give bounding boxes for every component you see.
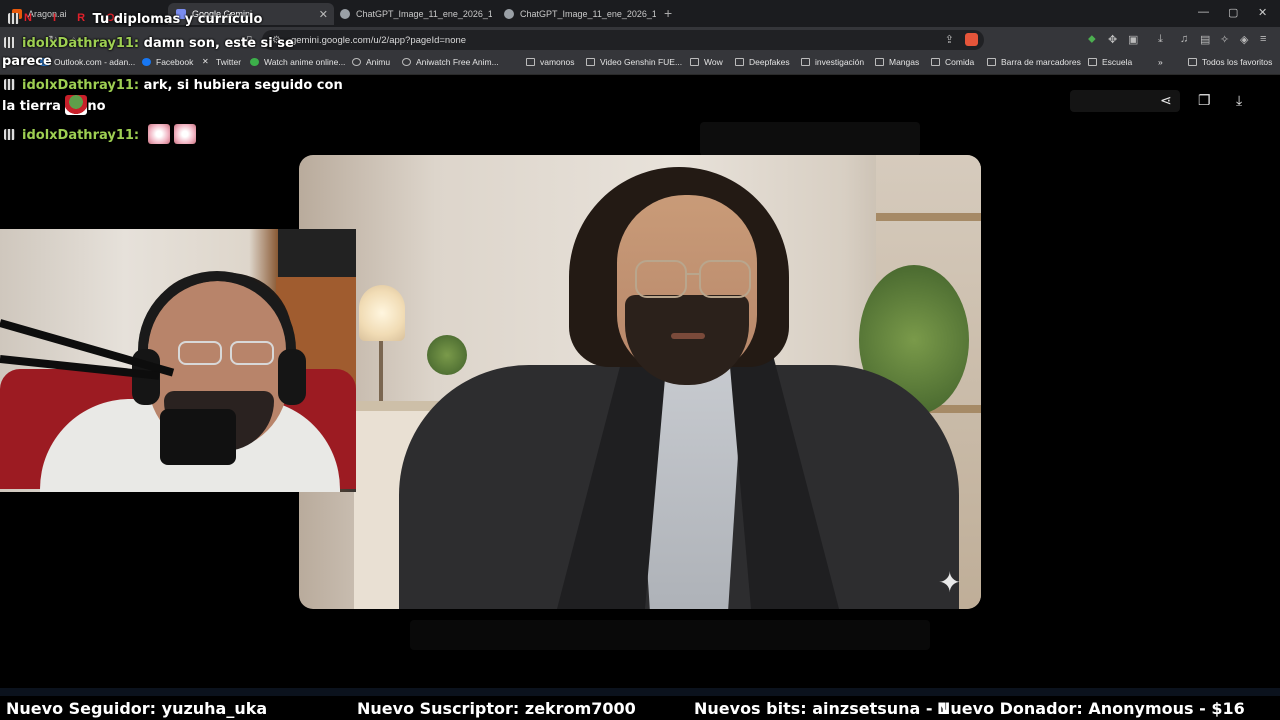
- folder-icon: [931, 58, 940, 66]
- folder-icon: [526, 58, 535, 66]
- lamp: [359, 285, 405, 341]
- chat-badge-icon: [8, 13, 19, 24]
- url-text[interactable]: gemini.google.com/u/2/app?pageId=none: [291, 35, 466, 46]
- chat-message-cont: la tierra no: [2, 95, 106, 117]
- plant: [427, 335, 467, 375]
- all-bookmarks[interactable]: Todos los favoritos: [1188, 57, 1272, 67]
- chat-message: idolxDathray11: ark, si hubiera seguido …: [4, 76, 343, 96]
- alerts-ticker: Nuevo Seguidor: yuzuha_uka Nuevo Suscrip…: [0, 697, 1280, 720]
- globe-icon: [352, 58, 361, 66]
- microphone: [160, 409, 236, 465]
- close-window-icon[interactable]: ✕: [1258, 6, 1267, 19]
- bookmark-animu[interactable]: Animu: [352, 57, 390, 67]
- aniwatch-icon: [402, 58, 411, 66]
- folder-icon: [987, 58, 996, 66]
- dimmed-footer: [410, 620, 930, 650]
- bookmark-twitter[interactable]: ✕ Twitter: [202, 57, 241, 67]
- chat-message: Tu diplomas y currículo: [8, 10, 262, 30]
- generated-portrait-image[interactable]: [299, 155, 981, 609]
- tab-title: ChatGPT_Image_11_ene_2026_18_58...: [520, 9, 656, 19]
- copy-icon[interactable]: ❐: [1198, 92, 1211, 109]
- pink-emote-icon: [174, 124, 197, 144]
- bookmark-folder-genshin[interactable]: Video Genshin FUE...: [586, 57, 682, 67]
- webcam-feed: [0, 229, 356, 492]
- tab-chatgpt-image-1[interactable]: ChatGPT_Image_11_ene_2026_18_58...: [336, 3, 492, 25]
- tab-chatgpt-image-2[interactable]: ChatGPT_Image_11_ene_2026_18_58...: [500, 3, 656, 25]
- taskbar-ghost: [0, 688, 1280, 696]
- bookmark-folder-mangas[interactable]: Mangas: [875, 57, 919, 67]
- download-icon[interactable]: ⤓: [1236, 92, 1242, 109]
- sidebar-icon[interactable]: ▣: [1128, 33, 1138, 46]
- leaf-extension-icon[interactable]: ⬥: [1088, 33, 1096, 46]
- dimmed-title: [700, 122, 920, 156]
- chat-badge-icon: [4, 37, 15, 48]
- chat-message: idolxDathray11: damn son, este si se: [4, 34, 294, 54]
- menu-icon[interactable]: ≡: [1260, 33, 1266, 45]
- pink-emote-icon: [147, 124, 170, 144]
- folder-icon: [735, 58, 744, 66]
- extensions-icon[interactable]: ✥: [1108, 33, 1117, 46]
- x-icon: ✕: [202, 57, 209, 66]
- minimize-icon[interactable]: —: [1198, 6, 1209, 18]
- share-icon[interactable]: ⋖: [1160, 92, 1172, 109]
- bookmark-folder-barra[interactable]: Barra de marcadores: [987, 57, 1081, 67]
- bookmarks-bar: Outlook.com - adan... Facebook ✕ Twitter …: [0, 53, 1280, 75]
- bookmark-folder-deepfakes[interactable]: Deepfakes: [735, 57, 790, 67]
- close-tab-icon[interactable]: ✕: [319, 8, 328, 21]
- glasses: [635, 260, 687, 298]
- folder-icon: [801, 58, 810, 66]
- image-icon: [504, 9, 514, 19]
- chat-message: idolxDathray11:: [4, 124, 197, 146]
- new-tab-button[interactable]: +: [664, 5, 672, 21]
- bookmark-outlook[interactable]: Outlook.com - adan...: [40, 57, 135, 67]
- brave-shield-icon[interactable]: [965, 33, 978, 46]
- bookmark-watch-anime[interactable]: Watch anime online...: [250, 57, 345, 67]
- follower-alert: Nuevo Seguidor: yuzuha_uka: [6, 699, 268, 718]
- folder-icon: [875, 58, 884, 66]
- chat-badge-icon: [4, 129, 15, 140]
- chat-message-cont: parece: [2, 54, 52, 69]
- bookmark-folder-comida[interactable]: Comida: [931, 57, 974, 67]
- tab-title: ChatGPT_Image_11_ene_2026_18_58...: [356, 9, 492, 19]
- donor-alert: Nuevo Donador: Anonymous - $16: [937, 699, 1245, 718]
- bookmark-facebook[interactable]: Facebook: [142, 57, 193, 67]
- bits-alert: Nuevos bits: ainzsetsuna - 1: [694, 699, 950, 718]
- bookmark-folder-investigacion[interactable]: investigación: [801, 57, 864, 67]
- bookmark-folder-escuela[interactable]: Escuela: [1088, 57, 1132, 67]
- music-icon[interactable]: ♫: [1180, 33, 1188, 45]
- leo-ai-icon[interactable]: ✧: [1220, 33, 1229, 46]
- wallet-icon[interactable]: ▤: [1200, 33, 1210, 46]
- folder-icon: [1088, 58, 1097, 66]
- bookmark-folder-vamonos[interactable]: vamonos: [526, 57, 575, 67]
- more-bookmarks-icon[interactable]: »: [1158, 57, 1163, 67]
- leaf-icon: [250, 58, 259, 66]
- subscriber-alert: Nuevo Suscriptor: zekrom7000: [357, 699, 636, 718]
- address-bar[interactable]: ⚙ gemini.google.com/u/2/app?pageId=none …: [262, 30, 984, 50]
- image-icon: [340, 9, 350, 19]
- chat-badge-icon: [4, 79, 15, 90]
- frog-emote-icon: [65, 95, 88, 115]
- download-icon[interactable]: ⤓: [1158, 33, 1163, 46]
- bookmark-folder-wow[interactable]: Wow: [690, 57, 723, 67]
- folder-icon: [586, 58, 595, 66]
- facebook-icon: [142, 58, 151, 66]
- gemini-sparkle-icon: ✦: [938, 567, 962, 598]
- maximize-icon[interactable]: ▢: [1228, 6, 1238, 19]
- folder-icon: [690, 58, 699, 66]
- bookmark-aniwatch[interactable]: Aniwatch Free Anim...: [402, 57, 499, 67]
- share-icon[interactable]: ⇪: [945, 33, 954, 46]
- vpn-icon[interactable]: ◈: [1240, 33, 1248, 46]
- folder-icon: [1188, 58, 1197, 66]
